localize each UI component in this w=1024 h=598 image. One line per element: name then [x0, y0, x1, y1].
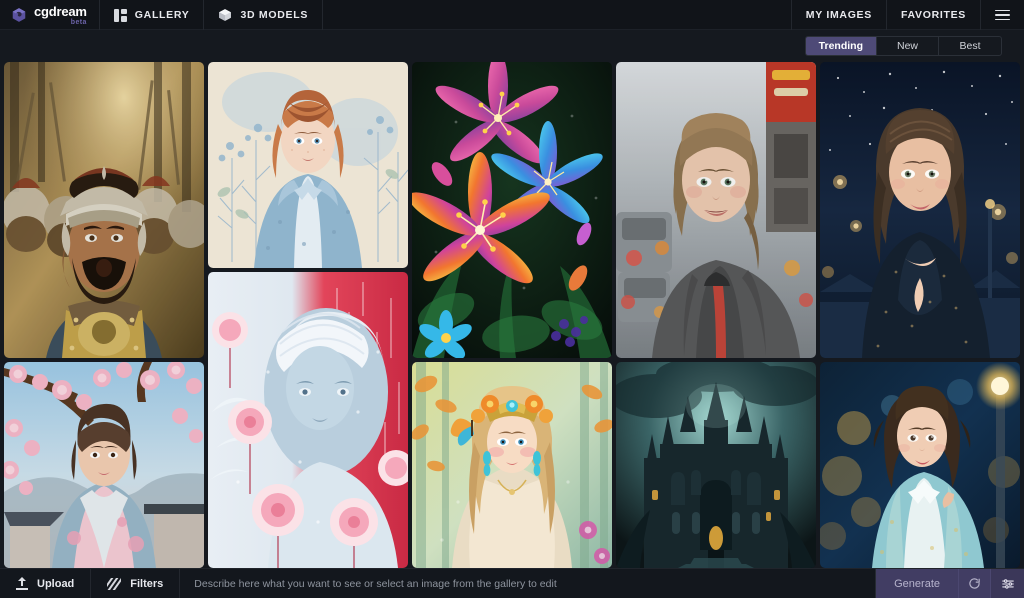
- filters-button-label: Filters: [130, 577, 164, 590]
- gallery-card-fantasy-princess[interactable]: [412, 362, 612, 568]
- prompt-input[interactable]: Describe here what you want to see or se…: [180, 569, 875, 598]
- filters-button[interactable]: Filters: [91, 569, 181, 598]
- sort-segmented-control: Trending New Best: [804, 36, 1002, 56]
- refresh-button[interactable]: [958, 569, 990, 598]
- cube-icon: [218, 8, 232, 22]
- gallery-card-image: [208, 272, 408, 568]
- gallery-card-starry-night-woman[interactable]: [820, 62, 1020, 358]
- tab-trending[interactable]: Trending: [805, 37, 877, 55]
- app-logo[interactable]: cgdream beta: [0, 0, 100, 30]
- upload-button[interactable]: Upload: [0, 569, 92, 598]
- gallery-card-gothic-castle[interactable]: [616, 362, 816, 568]
- upload-icon: [16, 577, 28, 590]
- gallery-column: [4, 62, 204, 568]
- image-gallery-grid: [4, 62, 1020, 568]
- gallery-card-image: [412, 62, 612, 358]
- gallery-card-spartan-warrior[interactable]: [4, 62, 204, 358]
- nav-item-3d-models[interactable]: 3D MODELS: [204, 0, 324, 30]
- cgdream-logo-icon: [11, 7, 27, 23]
- tab-new[interactable]: New: [877, 37, 939, 55]
- filters-icon: [107, 577, 122, 590]
- topbar-right-group: MY IMAGES FAVORITES: [790, 0, 1024, 30]
- nav-item-gallery[interactable]: GALLERY: [100, 0, 205, 30]
- refresh-icon: [968, 577, 981, 590]
- gallery-card-image: [208, 62, 408, 268]
- hamburger-icon: [995, 9, 1010, 21]
- top-navigation-bar: cgdream beta GALLERY 3D MODELS MY IMAGES…: [0, 0, 1024, 30]
- generate-button[interactable]: Generate: [875, 569, 958, 598]
- gallery-card-bokeh-night-woman[interactable]: [820, 362, 1020, 568]
- gallery-card-image: [820, 62, 1020, 358]
- gallery-card-image: [4, 62, 204, 358]
- gallery-column: [208, 62, 408, 568]
- menu-button[interactable]: [980, 0, 1024, 30]
- gallery-column: [412, 62, 612, 568]
- nav-item-3d-models-label: 3D MODELS: [240, 9, 309, 21]
- gallery-card-image: [616, 62, 816, 358]
- nav-item-my-images[interactable]: MY IMAGES: [790, 0, 886, 30]
- grid-icon: [113, 8, 127, 22]
- bottom-toolbar: Upload Filters Describe here what you wa…: [0, 568, 1024, 598]
- nav-item-gallery-label: GALLERY: [134, 9, 190, 21]
- settings-button[interactable]: [990, 569, 1024, 598]
- upload-button-label: Upload: [37, 577, 75, 590]
- beta-badge: beta: [70, 18, 87, 26]
- gallery-card-cherry-blossom-woman[interactable]: [4, 362, 204, 568]
- gallery-column: [820, 62, 1020, 568]
- gallery-column: [616, 62, 816, 568]
- gallery-card-image: [4, 362, 204, 568]
- gallery-card-frost-peony-woman[interactable]: [208, 272, 408, 568]
- nav-item-favorites[interactable]: FAVORITES: [885, 0, 980, 30]
- gallery-card-watercolor-redhead[interactable]: [208, 62, 408, 268]
- gallery-card-image: [820, 362, 1020, 568]
- gallery-card-street-portrait-girl[interactable]: [616, 62, 816, 358]
- gallery-card-image: [412, 362, 612, 568]
- app-name: cgdream: [34, 3, 87, 19]
- nav-item-favorites-label: FAVORITES: [900, 9, 966, 21]
- gallery-card-image: [616, 362, 816, 568]
- nav-item-my-images-label: MY IMAGES: [805, 9, 872, 21]
- sliders-icon: [1001, 577, 1015, 591]
- gallery-card-rainbow-lilies[interactable]: [412, 62, 612, 358]
- prompt-placeholder: Describe here what you want to see or se…: [194, 577, 557, 590]
- tab-best[interactable]: Best: [939, 37, 1001, 55]
- filter-tab-bar: Trending New Best: [0, 31, 1024, 61]
